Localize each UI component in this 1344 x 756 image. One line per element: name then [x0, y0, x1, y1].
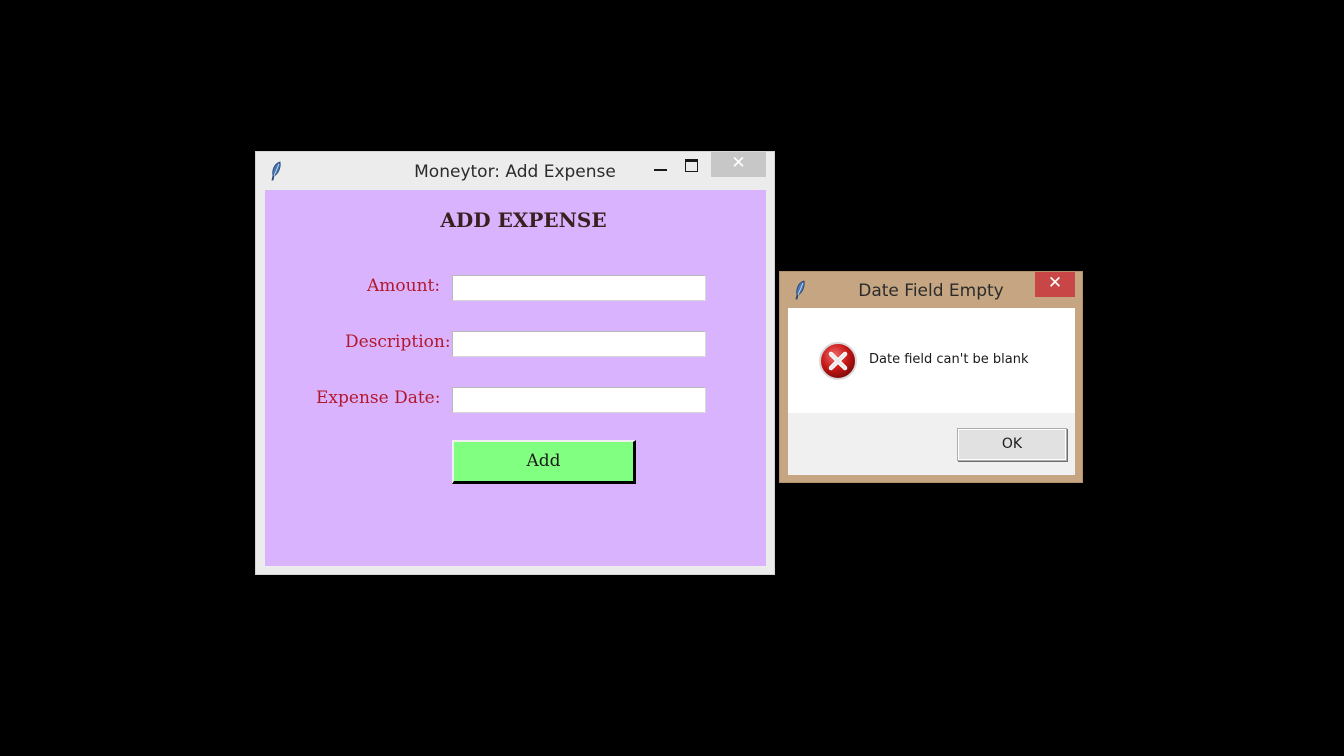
maximize-button[interactable] [679, 156, 705, 178]
add-expense-form: ADD EXPENSE Amount: Description: Expense… [265, 190, 766, 566]
minimize-button[interactable] [648, 158, 674, 180]
dialog-body: Date field can't be blank OK [788, 308, 1075, 475]
amount-input[interactable] [452, 275, 706, 301]
form-heading: ADD EXPENSE [440, 208, 607, 232]
amount-label: Amount: [367, 276, 441, 296]
date-field-empty-dialog: Date Field Empty ✕ Date field can't be b… [779, 271, 1083, 483]
expense-date-input[interactable] [452, 387, 706, 413]
error-icon [819, 342, 857, 380]
close-icon: ✕ [731, 153, 746, 173]
add-expense-window: Moneytor: Add Expense ✕ ADD EXPENSE Amou… [255, 151, 775, 575]
ok-button[interactable]: OK [957, 428, 1067, 461]
description-input[interactable] [452, 331, 706, 357]
add-button[interactable]: Add [452, 440, 636, 484]
close-icon: ✕ [1047, 273, 1063, 293]
dialog-close-button[interactable]: ✕ [1035, 272, 1075, 297]
dialog-message-area: Date field can't be blank [788, 308, 1075, 413]
main-titlebar[interactable]: Moneytor: Add Expense ✕ [256, 152, 774, 189]
expense-date-label: Expense Date: [316, 388, 441, 408]
main-close-button[interactable]: ✕ [711, 152, 766, 177]
dialog-message: Date field can't be blank [869, 352, 1029, 367]
description-label: Description: [345, 332, 451, 352]
